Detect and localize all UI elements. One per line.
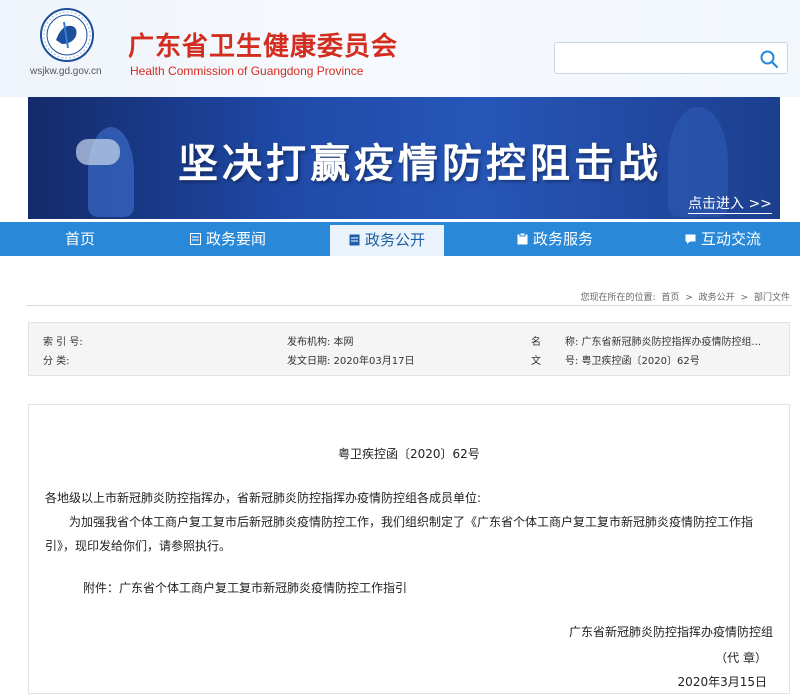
nav-item-label: 首页 [64, 230, 95, 248]
name-label: 名 [531, 337, 541, 348]
site-header: wsjkw.gd.gov.cn 广东省卫生健康委员会 Health Commis… [0, 0, 800, 97]
epidemic-banner[interactable]: 坚决打赢疫情防控阻击战 点击进入 >> [28, 97, 780, 219]
document-name-value: 称: 广东省新冠肺炎防控指挥办疫情防控组... [565, 337, 762, 348]
org-name-english: Health Commission of Guangdong Province [130, 64, 364, 78]
org-name-chinese[interactable]: 广东省卫生健康委员会 [128, 26, 398, 63]
doc-number-label: 文 [531, 356, 541, 367]
document-body: 粤卫疾控函〔2020〕62号 各地级以上市新冠肺炎防控指挥办，省新冠肺炎防控指挥… [28, 404, 790, 694]
doc-number-value: 号: 粤卫疾控函〔2020〕62号 [565, 356, 700, 367]
search-box [554, 42, 788, 74]
nav-item-news[interactable]: 政务要闻 [168, 222, 288, 256]
banner-title: 坚决打赢疫情防控阻击战 [178, 141, 662, 187]
nav-item-label: 政务公开 [364, 231, 425, 249]
nav-item-label: 政务要闻 [205, 230, 266, 248]
breadcrumb-prefix: 您现在所在的位置: [580, 293, 656, 303]
document-paragraph-line1: 为加强我省个体工商户复工复市后新冠肺炎疫情防控工作，我们组织制定了《广东省个体工… [69, 515, 754, 529]
publisher-field: 发布机构: 本网 [287, 337, 354, 348]
breadcrumb-separator: > [685, 293, 693, 303]
document-attachment[interactable]: 附件：广东省个体工商户复工复市新冠肺炎疫情防控工作指引 [83, 579, 407, 596]
banner-enter-link[interactable]: 点击进入 >> [688, 193, 772, 214]
site-domain: wsjkw.gd.gov.cn [30, 66, 102, 77]
nav-item-services[interactable]: 政务服务 [500, 222, 610, 256]
search-icon[interactable] [759, 49, 779, 69]
breadcrumb-item-dept[interactable]: 部门文件 [754, 293, 790, 303]
service-icon [517, 233, 528, 245]
breadcrumb-divider [26, 305, 792, 306]
issue-date-field: 发文日期: 2020年03月17日 [287, 356, 415, 367]
document-icon [349, 234, 360, 246]
breadcrumb: 您现在所在的位置: 首页 > 政务公开 > 部门文件 [577, 290, 790, 303]
main-nav: 首页 政务要闻 政务公开 政务服务 互动交流 [0, 222, 800, 256]
nav-item-label: 互动交流 [700, 230, 761, 248]
face-mask-graphic [76, 139, 120, 165]
document-salutation: 各地级以上市新冠肺炎防控指挥办，省新冠肺炎防控指挥办疫情防控组各成员单位: [45, 491, 482, 505]
nav-item-label: 政务服务 [532, 230, 593, 248]
nav-item-interaction[interactable]: 互动交流 [668, 222, 778, 256]
nav-item-gov-affairs[interactable]: 政务公开 [330, 222, 444, 256]
index-number-label: 索 引 号: [43, 337, 83, 348]
document-number: 粤卫疾控函〔2020〕62号 [338, 447, 480, 461]
emblem-logo[interactable] [40, 8, 94, 62]
breadcrumb-item-gov[interactable]: 政务公开 [699, 293, 735, 303]
signature-date: 2020年3月15日 [677, 675, 767, 689]
breadcrumb-item-home[interactable]: 首页 [661, 293, 679, 303]
breadcrumb-separator: > [740, 293, 749, 303]
category-label: 分 类: [43, 356, 70, 367]
news-icon [189, 233, 201, 245]
chat-icon [685, 234, 696, 244]
document-meta-table: 索 引 号: 分 类: 发布机构: 本网 发文日期: 2020年03月17日 名… [28, 322, 790, 376]
signature-organization: 广东省新冠肺炎防控指挥办疫情防控组 [568, 625, 773, 639]
seal-note: （代 章） [715, 651, 767, 665]
document-paragraph-line2: 引》，现印发给你们，请参照执行。 [45, 539, 232, 553]
search-input[interactable] [563, 44, 757, 74]
nav-item-home[interactable]: 首页 [30, 222, 130, 256]
